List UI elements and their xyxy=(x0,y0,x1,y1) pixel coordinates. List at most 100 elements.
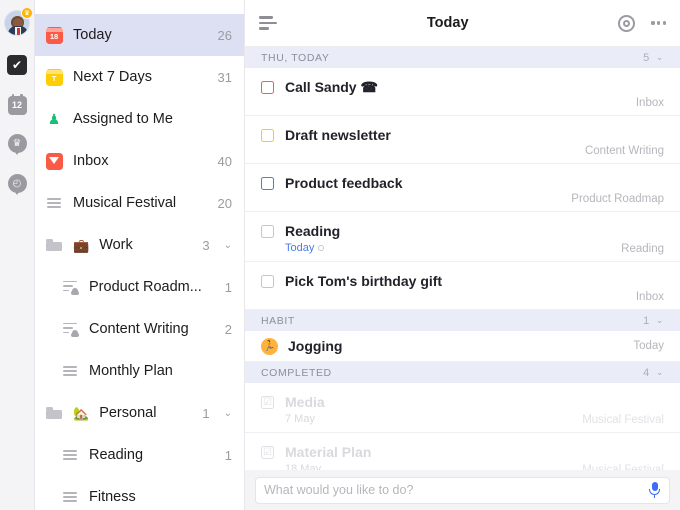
sidebar-item-inbox[interactable]: Inbox 40 xyxy=(35,140,244,182)
task-checkbox-checked[interactable]: ☑ xyxy=(261,396,274,409)
main-panel: Today THU, TODAY 5 ⌄ Call Sandy ☎ Inbox xyxy=(245,0,680,510)
avatar[interactable]: ♛ xyxy=(4,7,33,36)
section-header-today[interactable]: THU, TODAY 5 ⌄ xyxy=(245,47,680,68)
sidebar-item-content-writing[interactable]: Content Writing 2 xyxy=(35,308,244,350)
task-title: Pick Tom's birthday gift xyxy=(285,273,443,289)
sidebar-item-musical-festival[interactable]: Musical Festival 20 xyxy=(35,182,244,224)
sidebar-folder-work[interactable]: 💼 Work 3 ⌄ xyxy=(35,224,244,266)
sidebar-item-count: 31 xyxy=(217,69,232,85)
habit-row[interactable]: 🏃 Jogging Today xyxy=(245,331,680,362)
sidebar-item-next-7-days[interactable]: T Next 7 Days 31 xyxy=(35,56,244,98)
rail-item-habit[interactable]: ♛ xyxy=(6,134,28,156)
icon-rail: ♛ ✔ 12 ♛ ◴ xyxy=(0,0,35,510)
clock-pin-icon: ◴ xyxy=(7,174,27,196)
inbox-icon xyxy=(45,152,63,170)
sidebar-item-label: Content Writing xyxy=(89,321,189,337)
calendar-icon: 12 xyxy=(7,93,27,115)
page-title: Today xyxy=(426,15,469,31)
sidebar-item-today[interactable]: 18 Today 26 xyxy=(35,14,244,56)
task-due-date: Today xyxy=(285,242,664,254)
chevron-down-icon[interactable]: ⌄ xyxy=(656,367,664,378)
more-options-icon[interactable] xyxy=(651,21,666,25)
sidebar-folder-personal[interactable]: 🏡 Personal 1 ⌄ xyxy=(35,392,244,434)
sidebar-item-count: 1 xyxy=(224,447,232,463)
sidebar-item-reading[interactable]: Reading 1 xyxy=(35,434,244,476)
folder-icon xyxy=(45,404,63,422)
task-title: Reading xyxy=(285,223,341,239)
toolbar-actions xyxy=(618,14,666,32)
sidebar-folder-count: 3 xyxy=(202,237,210,253)
sidebar-item-label: Fitness xyxy=(89,489,136,505)
sidebar-item-label: Product Roadm... xyxy=(89,279,202,295)
sidebar-item-label: Today xyxy=(73,27,112,43)
task-title: Draft newsletter xyxy=(285,127,391,143)
task-project: Content Writing xyxy=(584,145,664,157)
folder-icon xyxy=(45,236,63,254)
chevron-down-icon[interactable]: ⌄ xyxy=(656,315,664,326)
habit-pin-icon: ♛ xyxy=(7,134,27,156)
sidebar-item-label: Next 7 Days xyxy=(73,69,152,85)
task-due-date-text: Today xyxy=(285,242,315,254)
task-project: Musical Festival xyxy=(582,414,664,426)
chevron-down-icon[interactable]: ⌄ xyxy=(224,240,232,251)
task-row[interactable]: Draft newsletter Content Writing xyxy=(245,116,680,164)
task-title: Material Plan xyxy=(285,444,372,460)
microphone-icon[interactable] xyxy=(648,481,661,499)
sidebar-item-count: 20 xyxy=(217,195,232,211)
sidebar-item-assigned-to-me[interactable]: ♟ Assigned to Me xyxy=(35,98,244,140)
briefcase-emoji-icon: 💼 xyxy=(73,237,90,253)
person-icon: ♟ xyxy=(47,110,61,127)
main-toolbar: Today xyxy=(245,0,680,47)
section-title: THU, TODAY xyxy=(261,51,330,64)
task-checkbox[interactable] xyxy=(261,275,274,288)
rail-item-tasks[interactable]: ✔ xyxy=(6,54,28,76)
sidebar-item-monthly-plan[interactable]: Monthly Plan xyxy=(35,350,244,392)
rail-item-calendar[interactable]: 12 xyxy=(6,93,28,116)
task-project: Reading xyxy=(621,243,664,255)
list-icon xyxy=(45,194,63,212)
task-row[interactable]: Call Sandy ☎ Inbox xyxy=(245,68,680,116)
sidebar-item-count: 26 xyxy=(217,27,232,43)
task-row[interactable]: Pick Tom's birthday gift Inbox xyxy=(245,262,680,310)
section-header-habit[interactable]: HABIT 1 ⌄ xyxy=(245,310,680,331)
task-title: Media xyxy=(285,394,325,410)
task-row[interactable]: Product feedback Product Roadmap xyxy=(245,164,680,212)
task-project: Inbox xyxy=(635,97,664,109)
task-checkbox[interactable] xyxy=(261,177,274,190)
quick-add-box[interactable] xyxy=(255,476,670,504)
task-checkbox[interactable] xyxy=(261,225,274,238)
sidebar-item-product-roadmap[interactable]: Product Roadm... 1 xyxy=(35,266,244,308)
task-checkbox[interactable] xyxy=(261,81,274,94)
sidebar-item-fitness[interactable]: Fitness xyxy=(35,476,244,510)
quick-add-input[interactable] xyxy=(264,483,648,497)
sidebar-item-label: Monthly Plan xyxy=(89,363,173,379)
app-window: ♛ ✔ 12 ♛ ◴ 18 Today 26 T Next 7 Days 31 … xyxy=(0,0,680,510)
chevron-down-icon[interactable]: ⌄ xyxy=(656,52,664,63)
task-list: THU, TODAY 5 ⌄ Call Sandy ☎ Inbox Draft … xyxy=(245,47,680,510)
crown-badge-icon: ♛ xyxy=(21,7,33,19)
section-count: 5 xyxy=(643,51,650,64)
task-checkbox-checked[interactable]: ☑ xyxy=(261,446,274,459)
sidebar-item-label: Inbox xyxy=(73,153,109,169)
sidebar-item-count: 40 xyxy=(217,153,232,169)
calendar-yellow-icon: T xyxy=(45,68,63,86)
repeat-icon xyxy=(318,245,325,251)
focus-timer-icon[interactable] xyxy=(618,14,636,32)
rail-item-pomodoro[interactable]: ◴ xyxy=(6,174,28,196)
habit-date: Today xyxy=(633,340,664,352)
task-title: Call Sandy ☎ xyxy=(285,79,378,95)
task-project: Product Roadmap xyxy=(571,193,664,205)
sort-icon[interactable] xyxy=(259,16,277,30)
list-icon xyxy=(61,488,79,506)
sidebar-item-count: 2 xyxy=(224,321,232,337)
sidebar-item-label: Musical Festival xyxy=(73,195,177,211)
check-icon: ✔ xyxy=(7,55,27,75)
sidebar: 18 Today 26 T Next 7 Days 31 ♟ Assigned … xyxy=(35,0,245,510)
section-count: 1 xyxy=(643,314,650,327)
house-emoji-icon: 🏡 xyxy=(73,405,90,421)
task-row[interactable]: Reading Today Reading xyxy=(245,212,680,262)
section-header-completed[interactable]: COMPLETED 4 ⌄ xyxy=(245,362,680,383)
completed-task-row[interactable]: ☑ Media 7 May Musical Festival xyxy=(245,383,680,433)
task-checkbox[interactable] xyxy=(261,129,274,142)
chevron-down-icon[interactable]: ⌄ xyxy=(224,408,232,419)
